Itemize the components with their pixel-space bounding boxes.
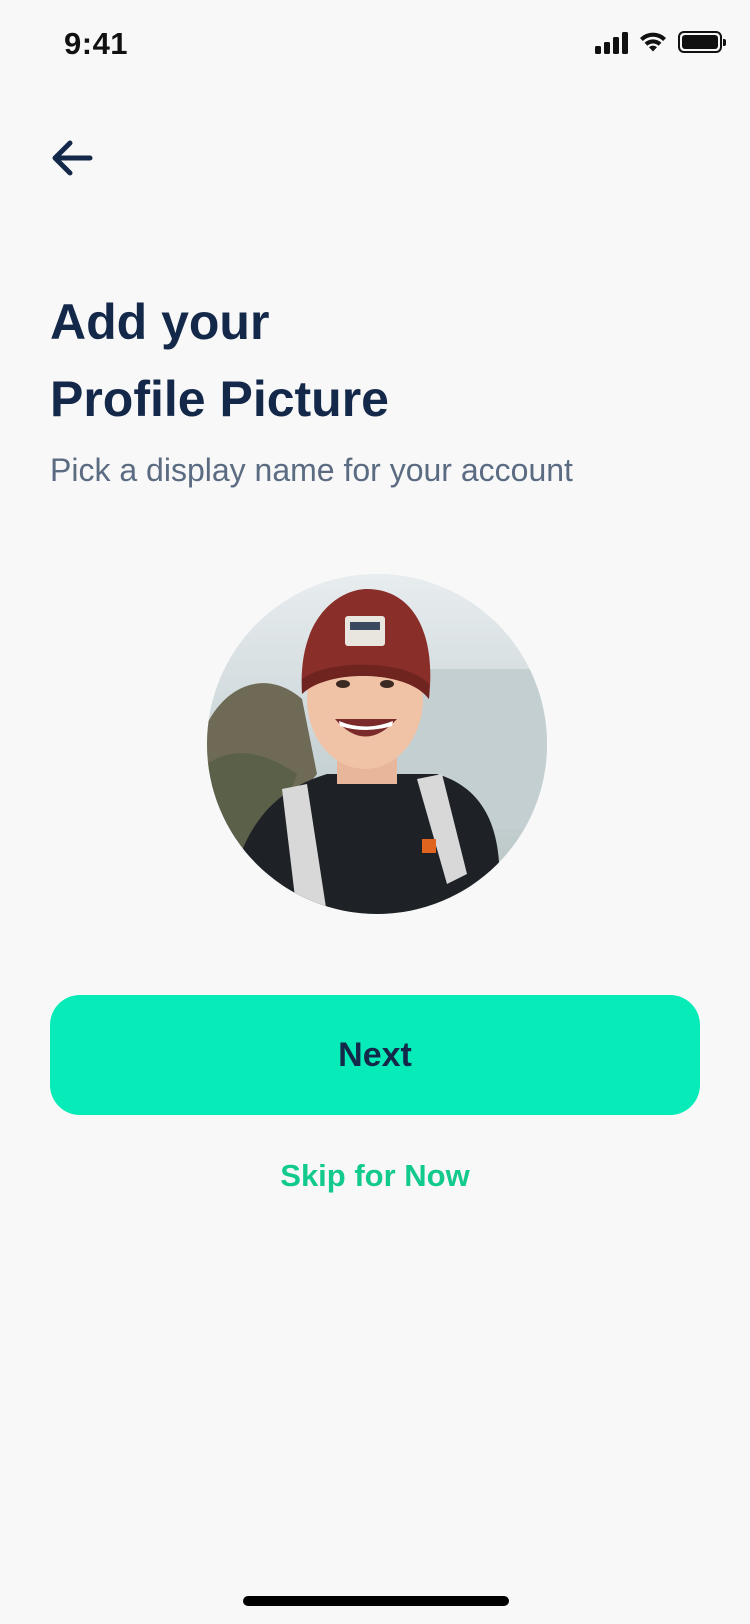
- arrow-left-icon: [52, 140, 93, 176]
- battery-icon: [678, 31, 726, 53]
- next-button[interactable]: Next: [50, 995, 700, 1115]
- page-subtitle: Pick a display name for your account: [50, 452, 573, 488]
- profile-photo: [207, 574, 547, 914]
- status-bar: 9:41: [0, 0, 750, 90]
- page-title: Add your Profile Picture: [50, 284, 690, 438]
- cellular-signal-icon: [595, 30, 628, 54]
- skip-for-now-link[interactable]: Skip for Now: [0, 1158, 750, 1194]
- profile-picture-screen: 9:41 Add your Profile Picture Pick a dis…: [0, 0, 750, 1624]
- wifi-icon: [640, 32, 666, 52]
- home-indicator: [243, 1596, 509, 1606]
- status-icons: [595, 30, 726, 54]
- profile-avatar[interactable]: [207, 574, 547, 914]
- back-button[interactable]: [44, 130, 100, 186]
- title-line-1: Add your: [50, 294, 270, 350]
- title-line-2: Profile Picture: [50, 371, 389, 427]
- status-time: 9:41: [64, 26, 129, 61]
